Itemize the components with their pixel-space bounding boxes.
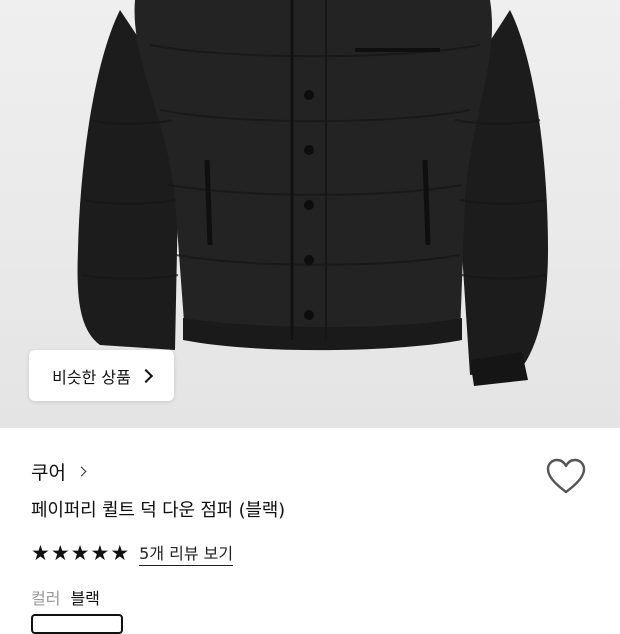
product-image[interactable]: 비슷한 상품 xyxy=(0,0,620,428)
star-icon: ★ xyxy=(110,540,130,565)
rating-row: ★ ★ ★ ★ ★ 5개 리뷰 보기 xyxy=(31,540,234,566)
color-label: 컬러 xyxy=(31,589,61,608)
product-title: 페이퍼리 퀼트 덕 다운 점퍼 (블랙) xyxy=(31,500,285,521)
chevron-right-icon xyxy=(76,466,87,477)
reviews-link[interactable]: 5개 리뷰 보기 xyxy=(139,540,234,566)
star-icon: ★ xyxy=(50,540,70,565)
similar-products-label: 비슷한 상품 xyxy=(52,367,131,387)
star-icon: ★ xyxy=(90,540,110,565)
brand-name: 쿠어 xyxy=(31,462,66,484)
wishlist-heart-icon[interactable] xyxy=(546,458,586,496)
brand-link[interactable]: 쿠어 xyxy=(31,458,87,485)
similar-products-button[interactable]: 비슷한 상품 xyxy=(29,350,174,401)
color-row: 컬러 블랙 xyxy=(31,585,100,609)
star-icon: ★ xyxy=(70,540,90,565)
star-icon: ★ xyxy=(31,540,50,565)
color-value: 블랙 xyxy=(70,589,100,608)
chevron-right-icon xyxy=(138,368,153,383)
color-option-selected[interactable] xyxy=(31,614,123,634)
star-rating: ★ ★ ★ ★ ★ xyxy=(31,540,130,565)
